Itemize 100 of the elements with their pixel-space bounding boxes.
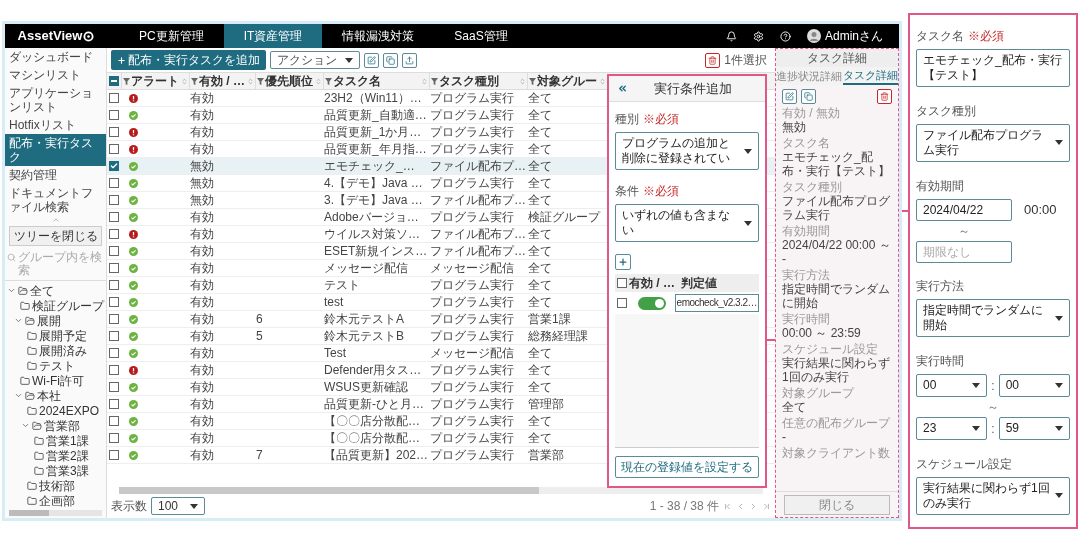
toggle-switch[interactable] <box>637 296 666 310</box>
checkbox[interactable] <box>109 263 119 273</box>
hour-select[interactable]: 00 <box>916 374 988 398</box>
checkbox[interactable] <box>109 195 119 205</box>
checkbox[interactable] <box>109 433 119 443</box>
column-header[interactable]: タスク種別 <box>439 72 499 90</box>
checkbox[interactable] <box>109 212 119 222</box>
tree-item[interactable]: 営業2課 <box>46 449 89 462</box>
delete-button[interactable] <box>705 52 721 68</box>
sidebar-item[interactable]: 配布・実行タスク <box>5 134 106 166</box>
tree-item[interactable]: 企画部 <box>39 494 75 507</box>
sidebar-item[interactable]: Hotfixリスト <box>5 116 106 134</box>
copy-button[interactable] <box>383 52 398 68</box>
nav-tab[interactable]: 情報漏洩対策 <box>322 24 435 48</box>
checkbox[interactable] <box>109 450 119 460</box>
edit-button[interactable] <box>782 89 797 104</box>
nav-tab[interactable]: SaaS管理 <box>434 24 528 48</box>
checkbox[interactable] <box>109 229 119 239</box>
checkbox[interactable] <box>109 246 119 256</box>
horizontal-scrollbar[interactable] <box>9 510 102 516</box>
tree-item[interactable]: テスト <box>39 359 75 372</box>
add-condition-button[interactable] <box>615 254 631 270</box>
edit-button[interactable] <box>364 52 379 68</box>
help-icon[interactable] <box>780 30 791 42</box>
set-current-value-button[interactable]: 現在の登録値を設定する <box>615 456 759 478</box>
sidebar-item[interactable]: ダッシュボード <box>5 48 106 66</box>
tree-item[interactable]: 2024EXPO <box>39 404 100 417</box>
checkbox[interactable] <box>616 298 627 308</box>
chevron-icon[interactable] <box>7 286 16 295</box>
checkbox[interactable] <box>109 110 119 120</box>
upload-button[interactable] <box>402 52 417 68</box>
checkbox[interactable] <box>109 382 119 392</box>
tree-item[interactable]: Wi-Fi許可 <box>32 374 84 387</box>
checkbox[interactable] <box>109 93 119 103</box>
sidebar-item[interactable]: ドキュメントファイル検索 <box>5 184 106 216</box>
page-size-select[interactable]: 100 <box>151 497 206 515</box>
add-task-button[interactable]: 配布・実行タスクを追加 <box>111 50 266 70</box>
checkbox[interactable] <box>109 161 119 171</box>
filter-icon[interactable] <box>191 77 198 85</box>
checkbox[interactable] <box>109 178 119 188</box>
column-header[interactable]: 優先順位 <box>265 72 313 90</box>
avatar-icon[interactable] <box>807 29 821 43</box>
column-header[interactable]: アラート <box>131 72 179 90</box>
filter-icon[interactable] <box>123 77 130 85</box>
sidebar-item[interactable]: マシンリスト <box>5 66 106 84</box>
column-header[interactable]: 対象グルー <box>537 72 597 90</box>
nav-tab[interactable]: IT資産管理 <box>223 24 323 48</box>
tree-item[interactable]: 営業1課 <box>46 434 89 447</box>
tree-item[interactable]: 全て <box>30 284 54 297</box>
nav-tab[interactable]: PC更新管理 <box>119 24 224 48</box>
checkbox[interactable] <box>109 331 119 341</box>
chevron-icon[interactable] <box>21 421 30 430</box>
checkbox[interactable] <box>109 365 119 375</box>
tree-item[interactable]: 営業部 <box>44 419 80 432</box>
hour-select[interactable]: 23 <box>916 417 988 441</box>
checkbox[interactable] <box>109 280 119 290</box>
checkbox[interactable] <box>109 399 119 409</box>
settings-icon[interactable] <box>753 30 764 42</box>
column-header[interactable]: タスク名 <box>333 72 381 90</box>
kind-select[interactable]: プログラムの追加と削除に登録されてい <box>615 132 759 170</box>
horizontal-scrollbar[interactable] <box>119 487 763 494</box>
filter-icon[interactable] <box>325 77 332 85</box>
chevron-icon[interactable] <box>14 391 23 400</box>
filter-icon[interactable] <box>529 77 536 85</box>
user-name[interactable]: Adminさん <box>825 27 883 45</box>
checkbox[interactable] <box>109 348 119 358</box>
minute-select[interactable]: 00 <box>998 374 1070 398</box>
sidebar-item[interactable]: 契約管理 <box>5 166 106 184</box>
back-icon[interactable] <box>617 83 628 94</box>
sidebar-item[interactable]: アプリケーションリスト <box>5 84 106 116</box>
tree-item[interactable]: 技術部 <box>39 479 75 492</box>
start-date-field[interactable]: 2024/04/22 <box>916 198 1012 221</box>
tree-item[interactable]: 展開予定 <box>39 329 87 342</box>
method-select[interactable]: 指定時間でランダムに開始 <box>916 299 1070 338</box>
checkbox[interactable] <box>109 416 119 426</box>
checkbox[interactable] <box>617 278 627 288</box>
bell-icon[interactable] <box>726 30 737 42</box>
schedule-select[interactable]: 実行結果に関わらず1回のみ実行 <box>916 477 1070 515</box>
checkbox[interactable] <box>109 314 119 324</box>
chevron-icon[interactable] <box>14 316 23 325</box>
checkbox[interactable] <box>109 127 119 137</box>
tree-item[interactable]: 展開済み <box>39 344 87 357</box>
action-select[interactable]: アクション <box>270 51 360 69</box>
filter-icon[interactable] <box>431 77 438 85</box>
panel-tab[interactable]: タスク詳細 <box>842 67 898 85</box>
minute-select[interactable]: 59 <box>998 417 1070 441</box>
checkbox[interactable] <box>109 297 119 307</box>
collapse-tree-button[interactable]: ツリーを閉じる <box>9 226 102 246</box>
tree-item[interactable]: 展開 <box>37 314 61 327</box>
tree-item[interactable]: 営業3課 <box>46 464 89 477</box>
checkbox[interactable] <box>109 144 119 154</box>
filter-icon[interactable] <box>257 77 264 85</box>
task-name-field[interactable]: エモチェック_配布・実行【テスト】 <box>916 49 1070 87</box>
column-header[interactable]: 有効 / … <box>199 72 245 90</box>
select-all-checkbox[interactable] <box>109 76 119 86</box>
value-field[interactable]: emocheck_v2.3.2… <box>674 294 759 312</box>
task-type-select[interactable]: ファイル配布プログラム実行 <box>916 123 1070 162</box>
tree-item[interactable]: 検証グループ <box>32 299 104 312</box>
condition-select[interactable]: いずれの値も含まない <box>615 204 759 242</box>
delete-button[interactable] <box>877 89 892 104</box>
